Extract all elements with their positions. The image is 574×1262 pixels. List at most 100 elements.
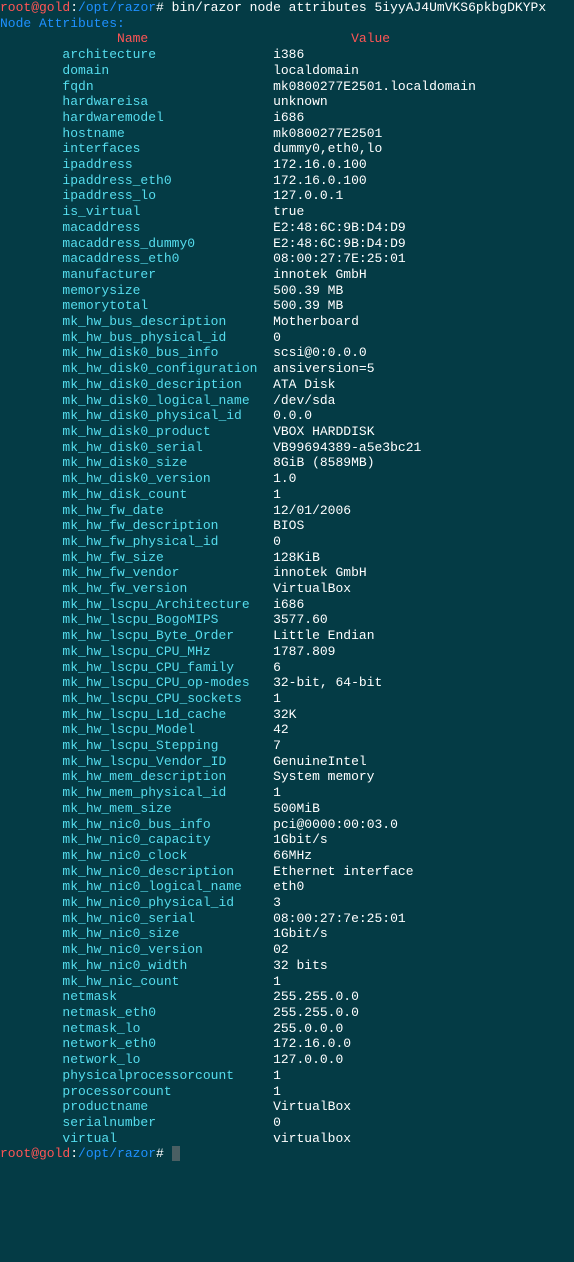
attr-value: 7 xyxy=(273,738,281,753)
attr-name: mk_hw_fw_physical_id xyxy=(62,534,218,549)
table-row: mk_hw_fw_vendor innotek GmbH xyxy=(0,565,574,581)
attr-value: 32K xyxy=(273,707,296,722)
attr-name: mk_hw_nic0_width xyxy=(62,958,187,973)
attr-value: VBOX HARDDISK xyxy=(273,424,374,439)
attr-value: 1787.809 xyxy=(273,644,335,659)
attr-name: mk_hw_disk0_serial xyxy=(62,440,202,455)
attr-name: mk_hw_lscpu_CPU_MHz xyxy=(62,644,210,659)
attr-name: mk_hw_disk0_configuration xyxy=(62,361,257,376)
table-row: mk_hw_bus_description Motherboard xyxy=(0,314,574,330)
prompt-user-host: root@gold xyxy=(0,0,70,15)
table-row: mk_hw_nic_count 1 xyxy=(0,974,574,990)
cursor xyxy=(172,1146,180,1161)
attr-value: 1 xyxy=(273,1084,281,1099)
attr-value: ATA Disk xyxy=(273,377,335,392)
table-row: mk_hw_fw_size 128KiB xyxy=(0,550,574,566)
header-value-col: Value xyxy=(351,31,390,46)
table-row: mk_hw_nic0_bus_info pci@0000:00:03.0 xyxy=(0,817,574,833)
attr-name: mk_hw_disk0_product xyxy=(62,424,210,439)
attr-value: eth0 xyxy=(273,879,304,894)
attr-name: mk_hw_disk0_bus_info xyxy=(62,345,218,360)
attr-name: architecture xyxy=(62,47,156,62)
attr-name: serialnumber xyxy=(62,1115,156,1130)
table-row: processorcount 1 xyxy=(0,1084,574,1100)
attr-value: 12/01/2006 xyxy=(273,503,351,518)
attr-name: mk_hw_lscpu_Model xyxy=(62,722,195,737)
attr-value: GenuineIntel xyxy=(273,754,367,769)
attr-name: ipaddress_eth0 xyxy=(62,173,171,188)
attr-name: mk_hw_disk0_logical_name xyxy=(62,393,249,408)
attr-name: mk_hw_fw_date xyxy=(62,503,163,518)
table-row: network_eth0 172.16.0.0 xyxy=(0,1036,574,1052)
prompt-sep-2: : xyxy=(70,1146,78,1161)
attr-name: mk_hw_lscpu_CPU_op-modes xyxy=(62,675,249,690)
attr-name: mk_hw_disk0_size xyxy=(62,455,187,470)
prompt-user-host-2: root@gold xyxy=(0,1146,70,1161)
attr-name: mk_hw_lscpu_CPU_family xyxy=(62,660,234,675)
attr-name: mk_hw_nic0_logical_name xyxy=(62,879,241,894)
attr-name: mk_hw_nic_count xyxy=(62,974,179,989)
table-row: mk_hw_disk0_bus_info scsi@0:0.0.0 xyxy=(0,345,574,361)
attr-value: System memory xyxy=(273,769,374,784)
table-row: macaddress_eth0 08:00:27:7E:25:01 xyxy=(0,251,574,267)
attr-name: mk_hw_lscpu_Stepping xyxy=(62,738,218,753)
prompt-line-1: root@gold:/opt/razor# bin/razor node att… xyxy=(0,0,574,16)
table-row: mk_hw_nic0_width 32 bits xyxy=(0,958,574,974)
attr-value: mk0800277E2501.localdomain xyxy=(273,79,476,94)
attr-name: macaddress xyxy=(62,220,140,235)
table-row: physicalprocessorcount 1 xyxy=(0,1068,574,1084)
attr-name: mk_hw_disk0_physical_id xyxy=(62,408,241,423)
attr-value: virtualbox xyxy=(273,1131,351,1146)
attr-value: 1Gbit/s xyxy=(273,832,328,847)
attr-value: pci@0000:00:03.0 xyxy=(273,817,398,832)
attr-name: hostname xyxy=(62,126,124,141)
attr-value: 172.16.0.100 xyxy=(273,157,367,172)
table-row: fqdn mk0800277E2501.localdomain xyxy=(0,79,574,95)
attr-name: macaddress_dummy0 xyxy=(62,236,195,251)
attr-value: 32 bits xyxy=(273,958,328,973)
attr-value: 42 xyxy=(273,722,289,737)
attr-value: i686 xyxy=(273,110,304,125)
attr-name: mk_hw_fw_size xyxy=(62,550,163,565)
table-row: mk_hw_disk0_product VBOX HARDDISK xyxy=(0,424,574,440)
attr-value: VB99694389-a5e3bc21 xyxy=(273,440,421,455)
attr-value: 172.16.0.100 xyxy=(273,173,367,188)
table-row: netmask_eth0 255.255.0.0 xyxy=(0,1005,574,1021)
attr-name: netmask_eth0 xyxy=(62,1005,156,1020)
table-row: memorysize 500.39 MB xyxy=(0,283,574,299)
attr-name: processorcount xyxy=(62,1084,171,1099)
attr-value: ansiversion=5 xyxy=(273,361,374,376)
terminal[interactable]: root@gold:/opt/razor# bin/razor node att… xyxy=(0,0,574,1162)
attr-value: E2:48:6C:9B:D4:D9 xyxy=(273,220,406,235)
attr-value: unknown xyxy=(273,94,328,109)
table-row: mk_hw_lscpu_CPU_MHz 1787.809 xyxy=(0,644,574,660)
attr-value: 0.0.0 xyxy=(273,408,312,423)
table-row: manufacturer innotek GmbH xyxy=(0,267,574,283)
table-row: mk_hw_disk0_size 8GiB (8589MB) xyxy=(0,455,574,471)
attr-name: memorysize xyxy=(62,283,140,298)
table-row: mk_hw_lscpu_CPU_family 6 xyxy=(0,660,574,676)
table-row: mk_hw_fw_version VirtualBox xyxy=(0,581,574,597)
table-row: mk_hw_fw_physical_id 0 xyxy=(0,534,574,550)
attr-name: mk_hw_disk0_description xyxy=(62,377,241,392)
attr-value: scsi@0:0.0.0 xyxy=(273,345,367,360)
attr-name: network_eth0 xyxy=(62,1036,156,1051)
attr-name: mk_hw_fw_vendor xyxy=(62,565,179,580)
table-row: mk_hw_disk0_serial VB99694389-a5e3bc21 xyxy=(0,440,574,456)
attr-value: 0 xyxy=(273,330,281,345)
attr-name: mk_hw_nic0_description xyxy=(62,864,234,879)
attr-name: mk_hw_nic0_size xyxy=(62,926,179,941)
attr-value: 0 xyxy=(273,1115,281,1130)
prompt-sep: : xyxy=(70,0,78,15)
table-row: hostname mk0800277E2501 xyxy=(0,126,574,142)
table-row: mk_hw_mem_size 500MiB xyxy=(0,801,574,817)
attr-name: fqdn xyxy=(62,79,93,94)
prompt-path-2: /opt/razor xyxy=(78,1146,156,1161)
attr-value: 128KiB xyxy=(273,550,320,565)
table-row: mk_hw_nic0_capacity 1Gbit/s xyxy=(0,832,574,848)
attr-value: BIOS xyxy=(273,518,304,533)
attr-value: 3577.60 xyxy=(273,612,328,627)
attr-name: virtual xyxy=(62,1131,117,1146)
table-row: ipaddress_eth0 172.16.0.100 xyxy=(0,173,574,189)
attr-value: VirtualBox xyxy=(273,581,351,596)
